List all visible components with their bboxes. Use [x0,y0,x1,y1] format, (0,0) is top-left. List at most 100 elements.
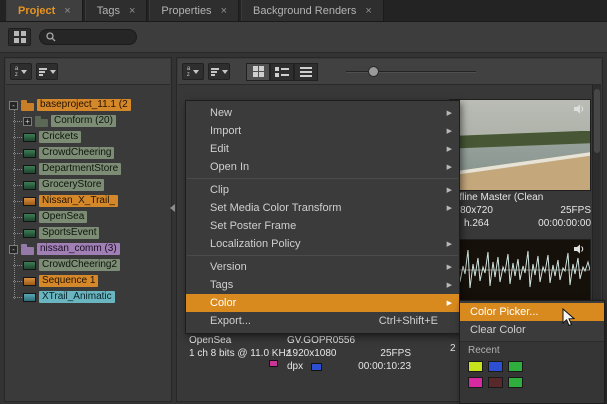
color-swatch[interactable] [468,361,483,372]
tab-close-icon[interactable]: × [221,6,227,16]
color-tag-icon [269,360,278,367]
tree-item-opensea[interactable]: OpenSea [23,209,170,225]
clip-resolution-row: 1280x720 25FPS [449,204,591,217]
menu-item-clip[interactable]: Clip▶ [186,181,459,199]
menu-item-localization-policy[interactable]: Localization Policy▶ [186,235,459,253]
clip-orange-icon [23,197,36,206]
color-swatch[interactable] [488,361,503,372]
tab-background-renders[interactable]: Background Renders × [241,0,384,21]
bin-item-offline-master[interactable]: Offline Master (Clean 1280x720 25FPS h.2… [449,99,591,230]
expander-plus-icon[interactable]: + [23,117,32,126]
bin-panel-toolbar: az [178,59,601,85]
slider-handle[interactable] [368,66,379,77]
audio-waveform-thumbnail[interactable] [449,239,591,301]
tree-item-label: Crickets [39,131,81,143]
menu-item-tags[interactable]: Tags▶ [186,276,459,294]
context-menu: New▶Import▶Edit▶Open In▶ Clip▶Set Media C… [185,100,460,334]
bin-item-audio-clip[interactable] [449,239,591,301]
tab-properties[interactable]: Properties × [149,0,239,21]
tree-item-label: GroceryStore [39,179,104,191]
tab-close-icon[interactable]: × [129,6,135,16]
clip-codec-row: dpx 00:00:10:23 [287,360,411,373]
menu-item-new[interactable]: New▶ [186,104,459,122]
expander-minus-icon[interactable]: - [9,245,18,254]
clip-green-icon [23,213,36,222]
arrow-down-icon [193,70,199,74]
menu-item-label: Color [210,297,447,309]
tree-item-sequence-1[interactable]: Sequence 1 [23,273,170,289]
scrollbar-thumb[interactable] [594,89,600,153]
tree-item-xtrail-animatic[interactable]: XTrail_Animatic [23,289,170,305]
tree-item-grocerystore[interactable]: GroceryStore [23,177,170,193]
bin-item-gopro[interactable]: GV.GOPR0556 1920x1080 25FPS dpx 00:00:10… [287,334,411,373]
tab-project[interactable]: Project × [6,0,83,21]
menu-item-import[interactable]: Import▶ [186,122,459,140]
menu-item-color[interactable]: Color▶ [186,294,459,312]
menu-item-label: Edit [210,143,447,155]
bin-item-opensea[interactable]: OpenSea 1 ch 8 bits @ 11.0 KHz [189,334,299,360]
color-swatch[interactable] [508,361,523,372]
bin-sort-order-button[interactable] [208,63,230,80]
clip-audio-detail-text: 1 ch 8 bits @ 11.0 KHz [189,348,291,359]
submenu-item-color-picker[interactable]: Color Picker... [460,303,604,321]
color-swatch[interactable] [468,377,483,388]
sort-alphabetical-icon: az [15,66,18,78]
menu-item-edit[interactable]: Edit▶ [186,140,459,158]
tree-item-nissan-comm-3[interactable]: -nissan_comm (3) [9,241,170,257]
view-details-button[interactable] [270,63,294,81]
tab-label: Project [18,5,55,17]
tab-label: Tags [97,5,120,17]
menu-item-set-media-color-transform[interactable]: Set Media Color Transform▶ [186,199,459,217]
tree-item-crowdcheering[interactable]: CrowdCheering [23,145,170,161]
clip-fps: 25FPS [380,348,411,359]
menu-item-open-in[interactable]: Open In▶ [186,158,459,176]
submenu-item-clear-color[interactable]: Clear Color [460,321,604,339]
sort-order-button[interactable] [36,63,58,80]
search-box[interactable] [39,29,137,45]
color-swatch[interactable] [488,377,503,388]
tab-bar: Project×Tags×Properties×Background Rende… [0,0,607,22]
view-list-button[interactable] [294,63,318,81]
clip-timecode: 00:00:00:00 [538,218,591,229]
grid-view-button[interactable] [8,28,31,46]
tree-item-nissan-x-trail[interactable]: Nissan_X_Trail_ [23,193,170,209]
arrow-down-icon [222,70,228,74]
grid-view-icon [14,31,19,36]
search-input[interactable] [60,31,130,44]
tree-item-baseproject-11-1-2[interactable]: -baseproject_11.1 (2 [9,97,170,113]
folder-dark-icon [35,119,48,127]
sort-alphabetical-button[interactable]: az [10,63,32,80]
menu-item-set-poster-frame[interactable]: Set Poster Frame [186,217,459,235]
expander-minus-icon[interactable]: - [9,101,18,110]
thumbnail-size-slider[interactable] [346,63,476,81]
tree-item-crickets[interactable]: Crickets [23,129,170,145]
menu-item-export[interactable]: Export...Ctrl+Shift+E [186,312,459,330]
color-submenu-items: Color Picker...Clear Color [460,303,604,339]
tab-tags[interactable]: Tags × [85,0,148,21]
menu-item-version[interactable]: Version▶ [186,258,459,276]
view-thumbnails-button[interactable] [246,63,270,81]
menu-separator [187,255,458,256]
tree-item-crowdcheering2[interactable]: CrowdCheering2 [23,257,170,273]
sort-order-icon [211,68,219,76]
menu-item-label: Import [210,125,447,137]
clip-resolution-row: 1920x1080 25FPS [287,347,411,360]
clip-green-icon [23,165,36,174]
clip-green-icon [23,229,36,238]
tab-label: Background Renders [253,5,356,17]
tree-item-label: XTrail_Animatic [39,291,115,303]
clip-title-text: Offline Master (Clean [449,192,543,203]
tree-item-label: SportsEvent [39,227,99,239]
tab-close-icon[interactable]: × [365,6,371,16]
arrow-down-icon [50,70,56,74]
tree-item-departmentstore[interactable]: DepartmentStore [23,161,170,177]
tree-item-sportsevent[interactable]: SportsEvent [23,225,170,241]
video-thumbnail[interactable] [449,99,591,191]
tab-close-icon[interactable]: × [64,6,70,16]
panel-collapse-arrow-icon[interactable] [170,204,175,212]
tab-label: Properties [161,5,211,17]
bin-sort-alphabetical-button[interactable]: az [182,63,204,80]
color-swatch[interactable] [508,377,523,388]
sort-order-icon [39,68,47,76]
tree-item-conform-20[interactable]: +Conform (20) [23,113,170,129]
